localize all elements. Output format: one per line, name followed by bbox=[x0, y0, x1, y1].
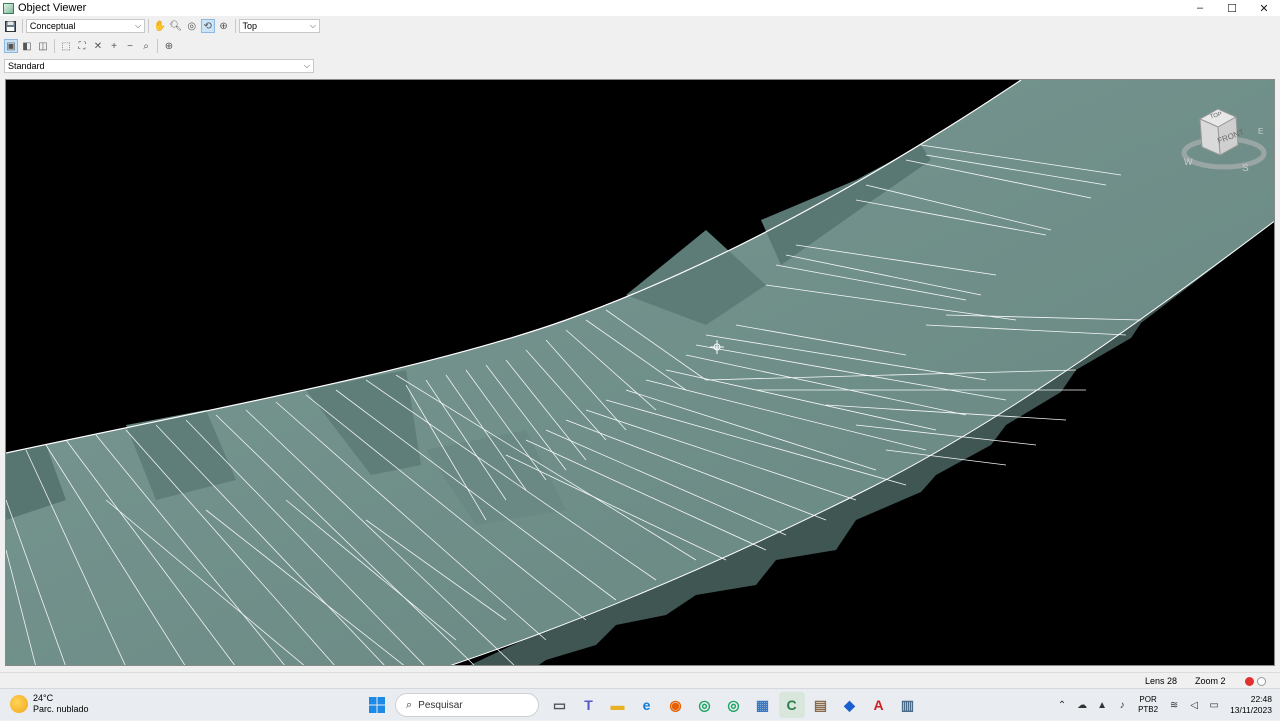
acrobat-icon[interactable]: A bbox=[866, 692, 892, 718]
edge-icon[interactable]: e bbox=[634, 692, 660, 718]
toolbar-separator bbox=[54, 39, 55, 53]
teams-icon[interactable]: T bbox=[576, 692, 602, 718]
title-bar: Object Viewer – ☐ ✕ bbox=[0, 0, 1280, 16]
clock-date: 13/11/2023 bbox=[1230, 705, 1272, 715]
pan-icon[interactable]: ✋ bbox=[153, 19, 167, 33]
zoom-object-icon[interactable]: ✕ bbox=[91, 39, 105, 53]
zoom-realtime-icon[interactable]: ⌕ bbox=[139, 39, 153, 53]
window-title: Object Viewer bbox=[18, 2, 87, 14]
zoom-icon[interactable]: 🔍︎ bbox=[169, 19, 183, 33]
chrome-icon[interactable]: ◎ bbox=[692, 692, 718, 718]
chevron-down-icon: ⌵ bbox=[303, 61, 310, 70]
toolbar-row-3: Standard ⌵ bbox=[0, 57, 320, 75]
dropbox-icon[interactable]: ◆ bbox=[837, 692, 863, 718]
viewcube[interactable]: TOP FRONT W S E bbox=[1176, 105, 1271, 185]
wifi-icon[interactable]: ≋ bbox=[1164, 700, 1184, 711]
toolbar-row-2: ▣ ◧ ◫ ⬚ ⛶ ✕ + − ⌕ ⊕ bbox=[0, 37, 320, 55]
start-icon[interactable] bbox=[364, 692, 390, 718]
zoom-window-icon[interactable]: ⬚ bbox=[59, 39, 73, 53]
task-view-icon[interactable]: ▭ bbox=[547, 692, 573, 718]
battery-icon[interactable]: ▭ bbox=[1204, 700, 1224, 711]
volume-icon[interactable]: ◁ bbox=[1184, 700, 1204, 711]
view-preset-value: Standard bbox=[8, 61, 45, 71]
weather-icon bbox=[10, 695, 28, 713]
notes-icon[interactable]: ▤ bbox=[808, 692, 834, 718]
calculator-icon[interactable]: ▥ bbox=[895, 692, 921, 718]
onedrive-icon[interactable]: ☁ bbox=[1072, 700, 1092, 711]
stop-icon[interactable] bbox=[1257, 677, 1266, 686]
clock[interactable]: 22:48 13/11/2023 bbox=[1230, 694, 1272, 716]
window-controls: – ☐ ✕ bbox=[1184, 0, 1280, 16]
compass-w-label[interactable]: W bbox=[1184, 157, 1193, 167]
status-bar: Lens 28 Zoom 2 bbox=[0, 672, 1280, 688]
close-button[interactable]: ✕ bbox=[1248, 0, 1280, 16]
chevron-down-icon: ⌵ bbox=[134, 21, 142, 30]
chevron-down-icon: ⌵ bbox=[309, 21, 316, 30]
save-icon[interactable] bbox=[4, 19, 18, 33]
navigation-wheel-icon[interactable]: ⊕ bbox=[162, 39, 176, 53]
visual-style-select[interactable]: Conceptual ⌵ bbox=[25, 19, 146, 33]
view-preset-select[interactable]: Standard ⌵ bbox=[4, 59, 314, 73]
app-icon bbox=[3, 2, 14, 14]
corridor-surface-model bbox=[6, 80, 1274, 665]
toolbar-row-1: Conceptual ⌵ ✋ 🔍︎ ◎ ⟲ ⊕ Top ⌵ bbox=[0, 17, 320, 35]
taskbar: 24°C Parc. nublado ⌕ Pesquisar ▭ T ▬ e ◉… bbox=[0, 688, 1280, 720]
record-icon[interactable] bbox=[1245, 677, 1254, 686]
3d-viewport[interactable]: TOP FRONT W S E bbox=[5, 79, 1275, 666]
zoom-extents-icon[interactable]: ⛶ bbox=[75, 39, 89, 53]
toolbar-separator bbox=[21, 19, 23, 33]
view-cube-shaded-icon[interactable]: ◫ bbox=[36, 39, 50, 53]
civil3d-icon[interactable]: C bbox=[778, 692, 805, 718]
clock-time: 22:48 bbox=[1250, 694, 1272, 704]
language-indicator[interactable]: POR PTB2 bbox=[1138, 695, 1158, 715]
system-tray: ⌃ ☁ ▲ ♪ POR PTB2 ≋ ◁ ▭ 22:48 13/11/2023 bbox=[1052, 689, 1280, 721]
zoom-in-icon[interactable]: + bbox=[107, 39, 121, 53]
language-code: POR bbox=[1139, 695, 1157, 704]
taskbar-search[interactable]: ⌕ Pesquisar bbox=[395, 693, 539, 717]
compass-s-label[interactable]: S bbox=[1242, 163, 1249, 174]
file-explorer-icon[interactable]: ▬ bbox=[605, 692, 631, 718]
weather-temp: 24°C bbox=[33, 693, 54, 703]
firefox-icon[interactable]: ◉ bbox=[663, 692, 689, 718]
zoom-readout: Zoom 2 bbox=[1195, 676, 1226, 686]
view-cube-2d-icon[interactable]: ▣ bbox=[4, 39, 18, 53]
drive-icon[interactable]: ▲ bbox=[1092, 700, 1112, 711]
weather-desc: Parc. nublado bbox=[33, 704, 89, 714]
maximize-button[interactable]: ☐ bbox=[1216, 0, 1248, 16]
orbit-constrained-icon[interactable]: ⟲ bbox=[200, 19, 215, 33]
microphone-icon[interactable]: ♪ bbox=[1112, 700, 1132, 711]
zoom-out-icon[interactable]: − bbox=[123, 39, 137, 53]
zoom-window-icon[interactable]: ⊕ bbox=[217, 19, 231, 33]
visual-style-value: Conceptual bbox=[29, 21, 76, 31]
minimize-button[interactable]: – bbox=[1184, 0, 1216, 16]
weather-widget[interactable]: 24°C Parc. nublado bbox=[10, 693, 89, 715]
chevron-up-icon[interactable]: ⌃ bbox=[1052, 700, 1072, 711]
orbit-icon[interactable]: ◎ bbox=[185, 19, 199, 33]
photos-icon[interactable]: ▦ bbox=[750, 692, 776, 718]
lens-readout: Lens 28 bbox=[1145, 676, 1178, 686]
view-select[interactable]: Top ⌵ bbox=[238, 19, 320, 33]
view-value: Top bbox=[242, 21, 258, 31]
taskbar-apps: ⌕ Pesquisar ▭ T ▬ e ◉ ◎ ◎ ▦ C ▤ ◆ A ▥ bbox=[362, 692, 922, 718]
view-cube-3d-icon[interactable]: ◧ bbox=[20, 39, 34, 53]
toolbar-separator bbox=[234, 19, 236, 33]
search-placeholder: Pesquisar bbox=[418, 699, 463, 711]
toolbar-separator bbox=[157, 39, 158, 53]
chrome-profile-icon[interactable]: ◎ bbox=[721, 692, 747, 718]
compass-e-label[interactable]: E bbox=[1258, 127, 1263, 136]
keyboard-layout: PTB2 bbox=[1138, 705, 1159, 714]
toolbar-separator bbox=[148, 19, 150, 33]
search-icon: ⌕ bbox=[406, 698, 413, 711]
